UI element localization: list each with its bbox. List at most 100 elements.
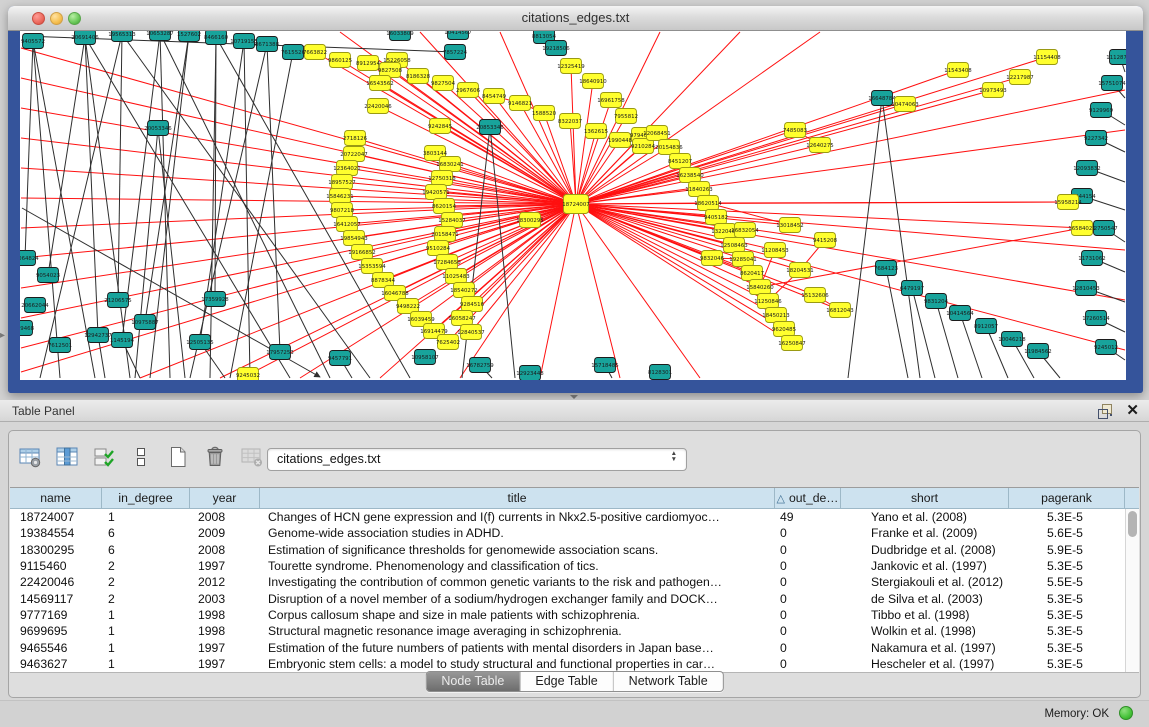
- graph-node[interactable]: 9405572: [21, 34, 45, 49]
- cell-name[interactable]: 9699695: [10, 624, 102, 638]
- graph-node[interactable]: 8912057: [974, 319, 998, 334]
- network-canvas[interactable]: 9405572206914061956531310653287152760284…: [20, 31, 1126, 380]
- graph-node[interactable]: 20691406: [71, 31, 99, 45]
- graph-node[interactable]: 19565313: [108, 31, 135, 42]
- graph-node[interactable]: 18640910: [579, 74, 607, 89]
- graph-node[interactable]: 16830241: [436, 157, 463, 172]
- graph-node[interactable]: 6479197: [900, 281, 924, 296]
- scrollbar-thumb[interactable]: [1128, 511, 1137, 537]
- column-header-out[interactable]: △out_de…: [775, 488, 841, 508]
- cell-year[interactable]: 2009: [190, 526, 260, 540]
- graph-node[interactable]: 16238540: [676, 168, 704, 183]
- cell-out[interactable]: 0: [775, 592, 841, 606]
- cell-in_degree[interactable]: 1: [102, 657, 190, 671]
- cell-short[interactable]: Yano et al. (2008): [841, 510, 1009, 524]
- graph-node[interactable]: 1527602: [177, 31, 201, 42]
- graph-node[interactable]: 9510284: [426, 241, 451, 256]
- cell-year[interactable]: 2008: [190, 510, 260, 524]
- graph-node[interactable]: 12217987: [1006, 70, 1033, 85]
- cell-name[interactable]: 18300295: [10, 543, 102, 557]
- table-row[interactable]: 1456911722003Disruption of a novel membe…: [10, 590, 1125, 606]
- cell-in_degree[interactable]: 6: [102, 526, 190, 540]
- graph-node[interactable]: 1990448: [608, 133, 633, 148]
- cell-out[interactable]: 0: [775, 526, 841, 540]
- cell-in_degree[interactable]: 1: [102, 510, 190, 524]
- graph-node[interactable]: 15751074: [1098, 76, 1126, 91]
- graph-node[interactable]: 1145194: [110, 333, 135, 348]
- graph-node[interactable]: 8128301: [648, 365, 672, 380]
- cell-in_degree[interactable]: 2: [102, 559, 190, 573]
- graph-node[interactable]: 19218506: [542, 41, 570, 56]
- graph-node[interactable]: 9827504: [431, 76, 456, 91]
- table-row[interactable]: 977716911998Corpus callosum shape and si…: [10, 607, 1125, 623]
- close-panel-icon[interactable]: ✕: [1126, 401, 1139, 419]
- graph-node[interactable]: 8322037: [558, 114, 582, 129]
- tab-network-table[interactable]: Network Table: [613, 672, 723, 691]
- graph-node[interactable]: 8620154: [432, 199, 457, 214]
- table-row[interactable]: 2242004622012Investigating the contribut…: [10, 574, 1125, 590]
- graph-node[interactable]: 15132606: [801, 288, 829, 303]
- graph-node[interactable]: 9620485: [772, 322, 796, 337]
- graph-node[interactable]: 1362615: [584, 124, 608, 139]
- graph-node[interactable]: 9831204: [924, 294, 949, 309]
- graph-node[interactable]: 9807218: [330, 203, 355, 218]
- graph-node[interactable]: 20053346: [144, 121, 172, 136]
- graph-node[interactable]: 15718485: [591, 358, 618, 373]
- graph-hub-node[interactable]: 18724007: [562, 195, 589, 214]
- cell-year[interactable]: 2012: [190, 575, 260, 589]
- graph-node[interactable]: 18204531: [786, 263, 813, 278]
- window-titlebar[interactable]: citations_edges.txt: [8, 6, 1143, 31]
- graph-node[interactable]: 12810453: [1072, 281, 1099, 296]
- cell-in_degree[interactable]: 1: [102, 608, 190, 622]
- column-header-in_degree[interactable]: in_degree: [102, 488, 190, 508]
- graph-node[interactable]: 11840263: [685, 182, 712, 197]
- graph-node[interactable]: 9405182: [704, 210, 728, 225]
- graph-node[interactable]: 9129969: [1089, 103, 1114, 118]
- cell-pagerank[interactable]: 5.9E-5: [1009, 543, 1125, 557]
- memory-status-icon[interactable]: [1119, 706, 1133, 720]
- graph-node[interactable]: 7684123: [874, 261, 898, 276]
- table-settings-icon[interactable]: [17, 444, 43, 470]
- graph-node[interactable]: 15840260: [746, 280, 774, 295]
- cell-out[interactable]: 0: [775, 657, 841, 671]
- cell-title[interactable]: Changes of HCN gene expression and I(f) …: [260, 510, 775, 524]
- cell-short[interactable]: Stergiakouli et al. (2012): [841, 575, 1009, 589]
- cell-year[interactable]: 1998: [190, 624, 260, 638]
- cell-name[interactable]: 9777169: [10, 608, 102, 622]
- graph-node[interactable]: 10973493: [979, 83, 1006, 98]
- cell-name[interactable]: 9463627: [10, 657, 102, 671]
- table-selector-dropdown[interactable]: citations_edges.txt ▲▼: [267, 448, 687, 471]
- graph-node[interactable]: 10046218: [998, 332, 1026, 347]
- graph-node[interactable]: 16033809: [386, 31, 414, 41]
- graph-node[interactable]: 12923448: [516, 366, 544, 381]
- graph-node[interactable]: 17359928: [201, 292, 229, 307]
- graph-node[interactable]: 12640275: [806, 138, 833, 153]
- cell-name[interactable]: 9465546: [10, 641, 102, 655]
- cell-pagerank[interactable]: 5.3E-5: [1009, 608, 1125, 622]
- float-panel-icon[interactable]: [1097, 403, 1113, 419]
- graph-node[interactable]: 9284516: [460, 297, 485, 312]
- graph-node[interactable]: 11731062: [1078, 251, 1105, 266]
- cell-pagerank[interactable]: 5.3E-5: [1009, 592, 1125, 606]
- cell-short[interactable]: Jankovic et al. (1997): [841, 559, 1009, 573]
- graph-node[interactable]: 15846231: [326, 189, 353, 204]
- graph-node[interactable]: 7857224: [443, 45, 468, 60]
- tab-node-table[interactable]: Node Table: [426, 672, 519, 691]
- cell-in_degree[interactable]: 2: [102, 575, 190, 589]
- graph-node[interactable]: 9054023: [36, 268, 60, 283]
- graph-node[interactable]: 9860125: [328, 53, 352, 68]
- panel-splitter[interactable]: [0, 393, 1149, 400]
- graph-node[interactable]: 9242845: [428, 119, 452, 134]
- table-row[interactable]: 1938455462009Genome-wide association stu…: [10, 525, 1125, 541]
- graph-node[interactable]: 7615526: [281, 45, 306, 60]
- cell-name[interactable]: 14569117: [10, 592, 102, 606]
- cell-pagerank[interactable]: 5.3E-5: [1009, 641, 1125, 655]
- graph-node[interactable]: 16832054: [731, 223, 759, 238]
- graph-node[interactable]: 16543562: [366, 76, 393, 91]
- combo-stepper-icon[interactable]: ▲▼: [671, 451, 677, 463]
- column-header-year[interactable]: year: [190, 488, 260, 508]
- graph-node[interactable]: 16812043: [826, 303, 853, 318]
- graph-node[interactable]: 21206575: [104, 293, 131, 308]
- new-file-icon[interactable]: [165, 444, 191, 470]
- graph-node[interactable]: 17957253: [266, 345, 293, 360]
